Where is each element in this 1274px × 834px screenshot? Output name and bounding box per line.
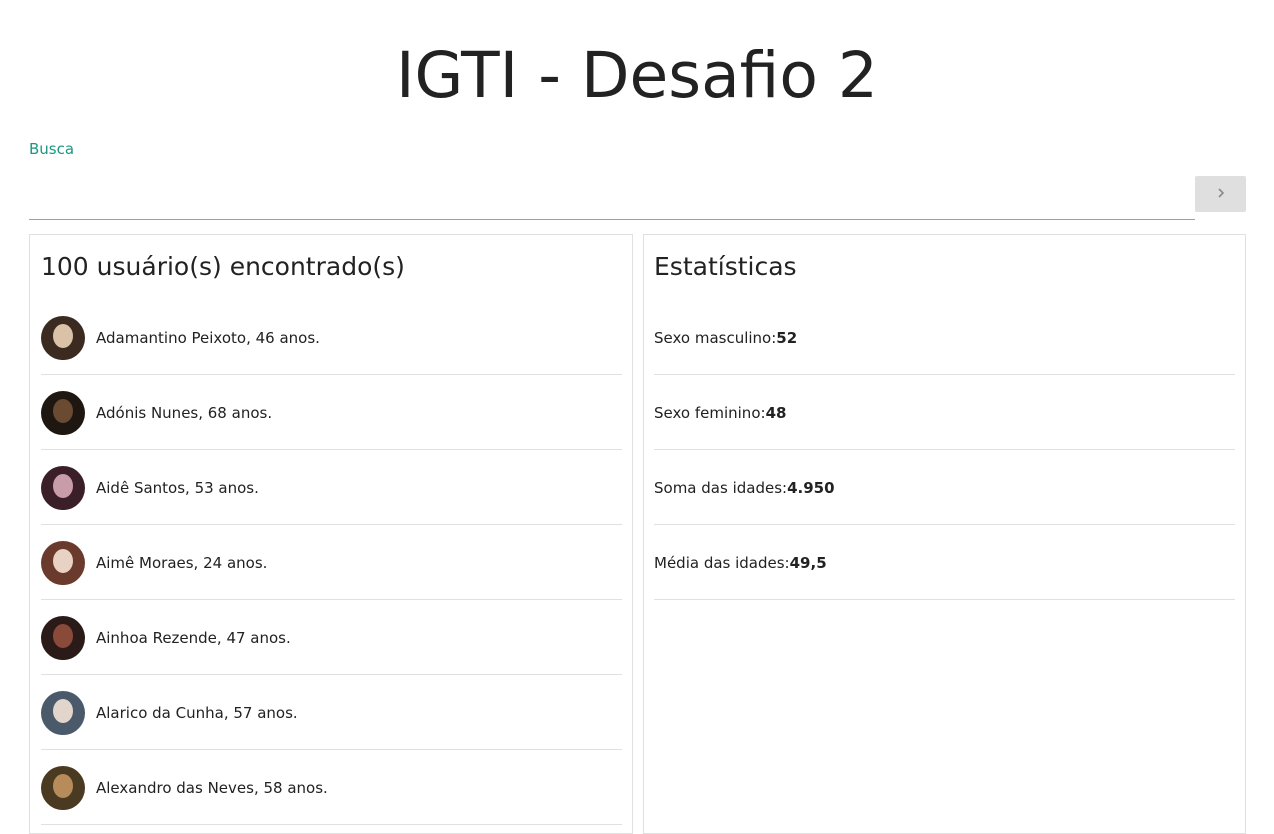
- stat-label: Média das idades:: [654, 553, 790, 572]
- avatar: [41, 690, 85, 735]
- avatar: [41, 315, 85, 360]
- stat-label: Soma das idades:: [654, 478, 788, 497]
- avatar: [41, 615, 85, 660]
- user-name-age: Aimê Moraes, 24 anos.: [96, 553, 268, 572]
- statistics-list: Sexo masculino: 52 Sexo feminino: 48 Soma …: [654, 301, 1235, 601]
- user-name-age: Aidê Santos, 53 anos.: [96, 478, 259, 497]
- stat-age-sum: Soma das idades: 4.950: [654, 451, 1235, 525]
- user-name-age: Adónis Nunes, 68 anos.: [96, 403, 273, 422]
- stat-value: 4.950: [787, 478, 835, 497]
- users-panel: 100 usuário(s) encontrado(s) Adamantino …: [29, 234, 633, 834]
- list-item: Ainhoa Rezende, 47 anos.: [41, 601, 622, 675]
- user-name-age: Alarico da Cunha, 57 anos.: [96, 703, 298, 722]
- search-button[interactable]: [1195, 176, 1246, 212]
- search-input[interactable]: [29, 182, 1195, 220]
- statistics-heading: Estatísticas: [654, 252, 797, 281]
- user-name-age: Ainhoa Rezende, 47 anos.: [96, 628, 291, 647]
- stat-value: 49,5: [789, 553, 827, 572]
- list-item: Aimê Moraes, 24 anos.: [41, 526, 622, 600]
- user-name-age: Alexandro das Neves, 58 anos.: [96, 778, 328, 797]
- list-item: Adónis Nunes, 68 anos.: [41, 376, 622, 450]
- page-title: IGTI - Desafio 2: [395, 39, 879, 112]
- stat-female-count: Sexo feminino: 48: [654, 376, 1235, 450]
- chevron-right-icon: [1215, 186, 1227, 203]
- stat-label: Sexo feminino:: [654, 403, 766, 422]
- stat-male-count: Sexo masculino: 52: [654, 301, 1235, 375]
- user-list: Adamantino Peixoto, 46 anos. Adónis Nune…: [41, 301, 622, 826]
- avatar: [41, 765, 85, 810]
- list-item: Adamantino Peixoto, 46 anos.: [41, 301, 622, 375]
- search-label: Busca: [29, 140, 75, 158]
- avatar: [41, 465, 85, 510]
- statistics-panel: Estatísticas Sexo masculino: 52 Sexo femi…: [643, 234, 1246, 834]
- stat-age-average: Média das idades: 49,5: [654, 526, 1235, 600]
- user-name-age: Adamantino Peixoto, 46 anos.: [96, 328, 320, 347]
- stat-value: 48: [765, 403, 787, 422]
- stat-value: 52: [776, 328, 798, 347]
- avatar: [41, 390, 85, 435]
- stat-label: Sexo masculino:: [654, 328, 777, 347]
- users-count-heading: 100 usuário(s) encontrado(s): [41, 252, 405, 281]
- list-item: Alarico da Cunha, 57 anos.: [41, 676, 622, 750]
- avatar: [41, 540, 85, 585]
- list-item: Aidê Santos, 53 anos.: [41, 451, 622, 525]
